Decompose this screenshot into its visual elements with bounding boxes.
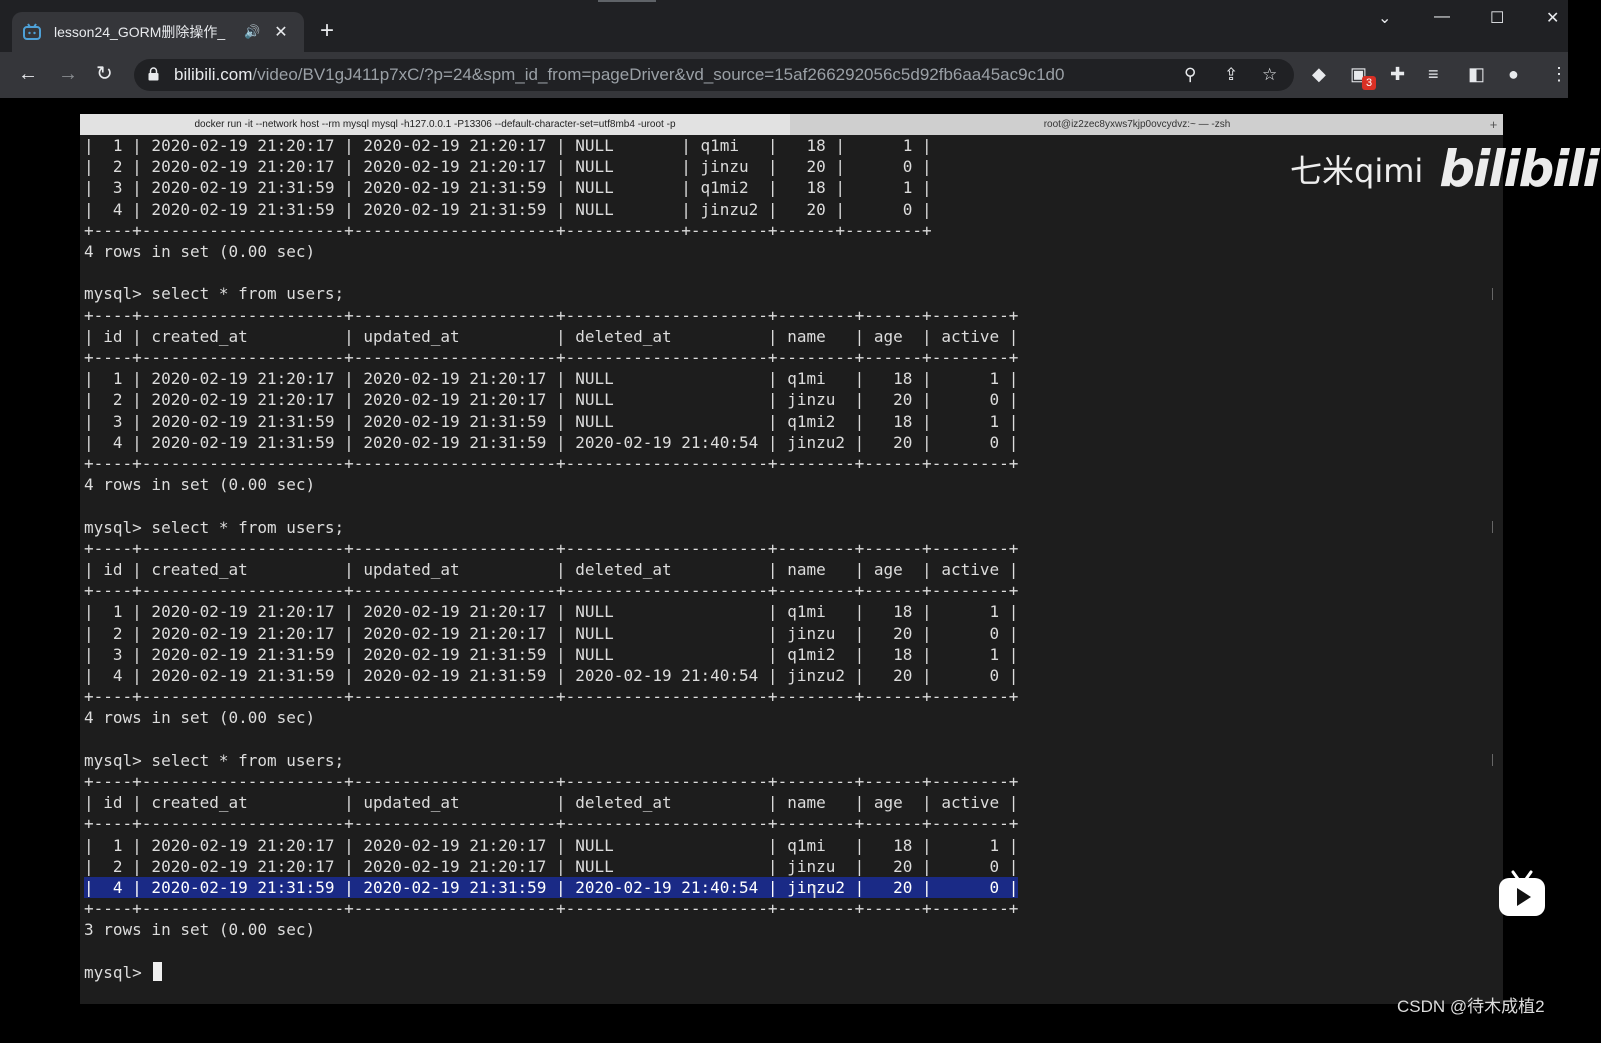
terminal-line: 4 rows in set (0.00 sec) bbox=[84, 242, 316, 261]
close-tab-icon[interactable]: ✕ bbox=[274, 22, 287, 42]
url-host: bilibili.com bbox=[174, 65, 253, 84]
terminal-line: | id | created_at | updated_at | deleted… bbox=[84, 326, 1019, 346]
back-button[interactable]: ← bbox=[18, 62, 38, 86]
terminal-line: | 3 | 2020-02-19 21:31:59 | 2020-02-19 2… bbox=[84, 411, 1019, 431]
terminal-line: 3 rows in set (0.00 sec) bbox=[84, 920, 316, 940]
minimize-button[interactable]: — bbox=[1434, 8, 1450, 26]
terminal-line-selected: | 4 | 2020-02-19 21:31:59 | 2020-02-19 2… bbox=[84, 877, 1019, 898]
terminal-line: | 1 | 2020-02-19 21:20:17 | 2020-02-19 2… bbox=[84, 602, 1019, 622]
terminal-line: | 4 | 2020-02-19 21:31:59 | 2020-02-19 2… bbox=[84, 199, 932, 219]
browser-tab-strip: lesson24_GORM删除操作_ 🔊 ✕ + ⌄ — ☐ ✕ bbox=[0, 0, 1568, 52]
terminal-line: +----+---------------------+------------… bbox=[84, 538, 1019, 558]
terminal-prompt-line: mysql> select * from users; bbox=[84, 284, 345, 304]
terminal-tab-zsh: root@iz2zec8yxws7kjp0ovcydvz:~ — -zsh bbox=[1043, 119, 1231, 130]
terminal-line: | 1 | 2020-02-19 21:20:17 | 2020-02-19 2… bbox=[84, 835, 1019, 855]
terminal-prompt-line: mysql> select * from users; bbox=[84, 517, 345, 537]
terminal-line: | 2 | 2020-02-19 21:20:17 | 2020-02-19 2… bbox=[84, 157, 932, 177]
browser-toolbar: ← → ↻ bilibili.com/video/BV1gJ411p7xC/?p… bbox=[0, 52, 1568, 98]
zoom-icon[interactable]: ⚲ bbox=[1184, 65, 1196, 85]
terminal-line: 4 rows in set (0.00 sec) bbox=[84, 708, 316, 728]
reload-button[interactable]: ↻ bbox=[96, 62, 113, 86]
url-text[interactable]: bilibili.com/video/BV1gJ411p7xC/?p=24&sp… bbox=[174, 65, 1064, 85]
new-tab-button[interactable]: + bbox=[320, 18, 334, 44]
terminal-line: +----+---------------------+------------… bbox=[84, 687, 1019, 707]
url-path: /video/BV1gJ411p7xC/?p=24&spm_id_from=pa… bbox=[252, 65, 1065, 84]
window-drag-handle[interactable] bbox=[598, 0, 656, 2]
terminal-line: +----+---------------------+------------… bbox=[84, 220, 932, 240]
terminal-line: | 3 | 2020-02-19 21:31:59 | 2020-02-19 2… bbox=[84, 644, 1019, 664]
terminal-line: +----+---------------------+------------… bbox=[84, 454, 1019, 473]
side-panel-icon[interactable]: ◧ bbox=[1468, 64, 1485, 85]
bilibili-favicon-icon bbox=[23, 23, 41, 40]
terminal-line: +----+---------------------+------------… bbox=[84, 899, 1019, 919]
terminal-prompt-line: mysql> select * from users; bbox=[84, 750, 345, 770]
terminal-line: | id | created_at | updated_at | deleted… bbox=[84, 560, 1019, 579]
terminal-line: | 3 | 2020-02-19 21:31:59 | 2020-02-19 2… bbox=[84, 178, 932, 198]
terminal-tab-bar: docker run -it --network host --rm mysql… bbox=[80, 114, 1503, 135]
scroll-mark bbox=[1492, 754, 1493, 766]
terminal-new-tab-icon: + bbox=[1489, 117, 1498, 132]
terminal-tab-mysql: docker run -it --network host --rm mysql… bbox=[80, 114, 790, 135]
terminal-line: 4 rows in set (0.00 sec) bbox=[84, 475, 316, 495]
forward-button[interactable]: → bbox=[58, 62, 78, 86]
extension-badge: 3 bbox=[1362, 76, 1376, 90]
terminal-line: | 1 | 2020-02-19 21:20:17 | 2020-02-19 2… bbox=[84, 369, 1019, 389]
terminal-line: | id | created_at | updated_at | deleted… bbox=[84, 793, 1019, 813]
bookmark-star-icon[interactable]: ☆ bbox=[1262, 65, 1277, 85]
terminal-line: | 1 | 2020-02-19 21:20:17 | 2020-02-19 2… bbox=[84, 136, 932, 155]
browser-menu-icon[interactable]: ⋮ bbox=[1550, 64, 1568, 85]
scroll-mark bbox=[1492, 521, 1493, 533]
speaker-icon[interactable]: 🔊 bbox=[244, 24, 260, 40]
terminal-line: +----+---------------------+------------… bbox=[84, 814, 1019, 834]
scroll-mark bbox=[1492, 288, 1493, 300]
media-control-icon[interactable]: ≡ bbox=[1428, 64, 1439, 85]
channel-watermark: 七米qimi bilibili bbox=[1290, 140, 1600, 198]
terminal-line: +----+---------------------+------------… bbox=[84, 772, 1019, 791]
terminal-line: | 2 | 2020-02-19 21:20:17 | 2020-02-19 2… bbox=[84, 390, 1019, 410]
terminal-line: +----+---------------------+------------… bbox=[84, 305, 1019, 325]
close-window-button[interactable]: ✕ bbox=[1546, 8, 1559, 28]
terminal-line: | 2 | 2020-02-19 21:20:17 | 2020-02-19 2… bbox=[84, 856, 1019, 876]
tab-title: lesson24_GORM删除操作_ bbox=[54, 24, 226, 40]
lock-icon bbox=[148, 67, 159, 81]
profile-avatar-icon[interactable]: ● bbox=[1508, 64, 1519, 85]
address-bar[interactable]: bilibili.com/video/BV1gJ411p7xC/?p=24&sp… bbox=[134, 59, 1294, 91]
extensions-puzzle-icon[interactable]: ✚ bbox=[1390, 64, 1405, 85]
maximize-button[interactable]: ☐ bbox=[1490, 8, 1504, 28]
terminal-line: +----+---------------------+------------… bbox=[84, 348, 1019, 367]
bilibili-tv-icon bbox=[1499, 870, 1545, 916]
terminal-prompt-line: mysql> bbox=[84, 961, 163, 983]
terminal-line: +----+---------------------+------------… bbox=[84, 581, 1019, 601]
terminal-line: | 4 | 2020-02-19 21:31:59 | 2020-02-19 2… bbox=[84, 432, 1019, 452]
terminal-line: | 4 | 2020-02-19 21:31:59 | 2020-02-19 2… bbox=[84, 666, 1019, 685]
bilibili-logo: bilibili bbox=[1439, 140, 1599, 198]
tab-search-chevron-icon[interactable]: ⌄ bbox=[1378, 8, 1391, 28]
extension-gem-icon[interactable]: ◆ bbox=[1312, 64, 1326, 85]
browser-tab-active[interactable]: lesson24_GORM删除操作_ 🔊 ✕ bbox=[12, 12, 304, 52]
share-icon[interactable]: ⇪ bbox=[1224, 65, 1238, 85]
terminal-cursor bbox=[153, 961, 163, 981]
text-cursor-icon: I bbox=[812, 882, 818, 902]
watermark-text: 七米qimi bbox=[1290, 152, 1424, 190]
terminal-line: | 2 | 2020-02-19 21:20:17 | 2020-02-19 2… bbox=[84, 623, 1019, 643]
csdn-credit: CSDN @待木成植2 bbox=[1397, 997, 1545, 1016]
